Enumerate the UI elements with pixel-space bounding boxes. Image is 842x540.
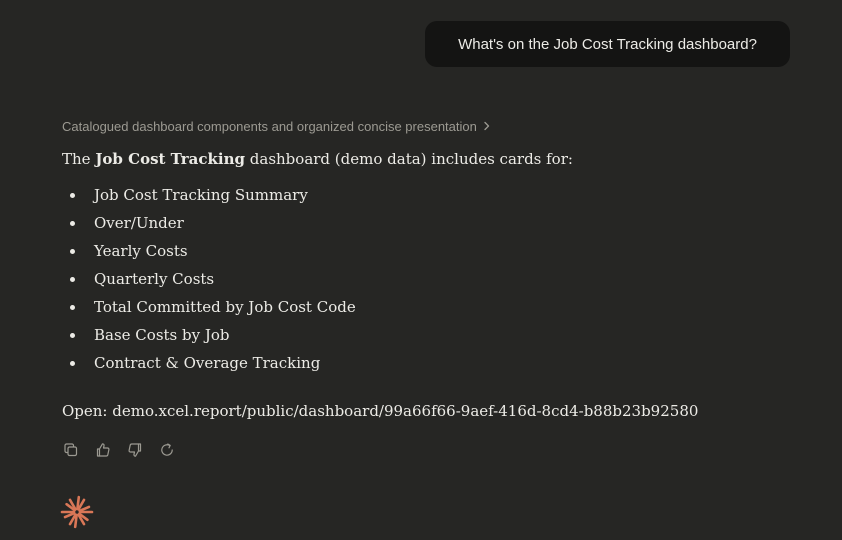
- list-item: Contract & Overage Tracking: [62, 352, 356, 380]
- list-item: Base Costs by Job: [62, 324, 356, 352]
- chevron-right-icon: [483, 121, 491, 131]
- list-item: Over/Under: [62, 212, 356, 240]
- retry-button[interactable]: [157, 442, 177, 462]
- list-item-text: Total Committed by Job Cost Code: [94, 298, 356, 316]
- assistant-response: The Job Cost Tracking dashboard (demo da…: [62, 148, 802, 420]
- claude-logo-icon: [60, 495, 94, 529]
- thumbs-down-icon: [127, 442, 143, 463]
- thumbs-up-button[interactable]: [93, 442, 113, 462]
- copy-button[interactable]: [61, 442, 81, 462]
- dashboard-link[interactable]: demo.xcel.report/public/dashboard/99a66f…: [112, 402, 698, 420]
- list-item-text: Yearly Costs: [94, 242, 188, 260]
- user-message-text: What's on the Job Cost Tracking dashboar…: [458, 35, 757, 53]
- list-item-text: Quarterly Costs: [94, 270, 215, 288]
- list-item-text: Job Cost Tracking Summary: [94, 186, 308, 204]
- list-item: Job Cost Tracking Summary: [62, 184, 356, 212]
- list-item: Quarterly Costs: [62, 268, 356, 296]
- retry-icon: [159, 442, 175, 463]
- intro-suffix: dashboard (demo data) includes cards for…: [249, 150, 573, 168]
- response-intro: The Job Cost Tracking dashboard (demo da…: [62, 148, 802, 170]
- list-item: Total Committed by Job Cost Code: [62, 296, 356, 324]
- dashboard-name: Job Cost Tracking: [95, 150, 245, 168]
- list-item: Yearly Costs: [62, 240, 356, 268]
- bullet-icon: [70, 361, 75, 366]
- dashboard-cards-list: Job Cost Tracking Summary Over/Under Yea…: [62, 184, 356, 380]
- user-message-bubble: What's on the Job Cost Tracking dashboar…: [425, 21, 790, 67]
- thumbs-down-button[interactable]: [125, 442, 145, 462]
- message-actions: [61, 442, 177, 462]
- list-item-text: Contract & Overage Tracking: [94, 354, 321, 372]
- copy-icon: [63, 442, 79, 463]
- bullet-icon: [70, 249, 75, 254]
- bullet-icon: [70, 193, 75, 198]
- thumbs-up-icon: [95, 442, 111, 463]
- thinking-summary-toggle[interactable]: Catalogued dashboard components and orga…: [62, 117, 491, 135]
- open-label: Open:: [62, 402, 108, 420]
- list-item-text: Base Costs by Job: [94, 326, 230, 344]
- list-item-text: Over/Under: [94, 214, 184, 232]
- open-link-line: Open: demo.xcel.report/public/dashboard/…: [62, 400, 698, 422]
- thinking-summary-text: Catalogued dashboard components and orga…: [62, 118, 477, 134]
- bullet-icon: [70, 277, 75, 282]
- bullet-icon: [70, 305, 75, 310]
- bullet-icon: [70, 221, 75, 226]
- intro-prefix: The: [62, 150, 91, 168]
- bullet-icon: [70, 333, 75, 338]
